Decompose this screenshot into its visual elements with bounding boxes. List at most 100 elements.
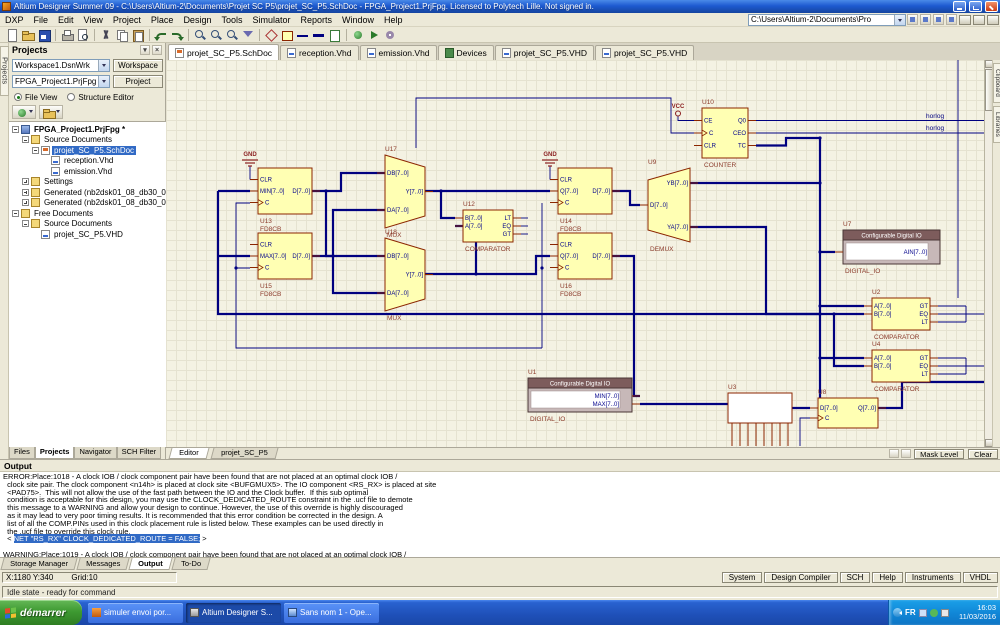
menu-simulator[interactable]: Simulator — [247, 14, 295, 26]
tree-item-generated-nb2dsk01-08-db30-06[interactable]: Generated (nb2dsk01_08_db30_06 — [9, 187, 166, 198]
favorites-icon[interactable] — [920, 14, 931, 25]
status-button-vhdl[interactable]: VHDL — [963, 572, 998, 583]
help-icon[interactable] — [946, 14, 957, 25]
net-label-horlog[interactable]: horlog — [926, 125, 944, 132]
component-U12[interactable]: B[7..0]A[7..0]LTEQGTU12COMPARATOR — [455, 201, 521, 253]
menu-place[interactable]: Place — [146, 14, 179, 26]
start-button[interactable]: démarrer — [0, 600, 82, 625]
paste-icon[interactable] — [131, 28, 145, 42]
panel-menu-icon[interactable]: ▾ — [140, 45, 150, 55]
zoom-out-icon[interactable] — [209, 28, 223, 42]
vcc-power-port[interactable]: VCC — [672, 104, 685, 116]
compile-icon[interactable] — [351, 28, 365, 42]
collapse-icon[interactable] — [22, 136, 29, 143]
component-U13[interactable]: CLRMIN[7..0]CD[7..0]U13FD8CB — [250, 168, 320, 233]
component-U2[interactable]: A[7..0]B[7..0]GTEQLTU2COMPARATOR — [864, 289, 938, 341]
doc-tab-projet-sc-p5-vhd[interactable]: projet_SC_P5.VHD — [595, 45, 694, 60]
print-icon[interactable] — [60, 28, 74, 42]
clock[interactable]: 16:03 11/03/2016 — [959, 604, 996, 621]
settings-icon[interactable] — [383, 28, 397, 42]
workspace-button[interactable]: Workspace — [113, 59, 163, 72]
project-combo[interactable]: FPGA_Project1.PrjFpg — [12, 75, 110, 88]
panel-tab-files[interactable]: Files — [9, 447, 35, 459]
tree-item-fpga-project1-prjfpg-[interactable]: FPGA_Project1.PrjFpg * — [9, 124, 166, 135]
open-dropdown-button[interactable] — [39, 105, 63, 119]
filter-icon[interactable] — [241, 28, 255, 42]
schematic-canvas[interactable]: CLRMIN[7..0]CD[7..0]U13FD8CBCLRMAX[7..0]… — [166, 60, 984, 447]
component-U15[interactable]: CLRMAX[7..0]CD[7..0]U15FD8CB — [250, 233, 320, 298]
panel-tab-clipboard[interactable]: Clipboard — [993, 63, 1000, 103]
menu-view[interactable]: View — [79, 14, 108, 26]
menu-design[interactable]: Design — [178, 14, 216, 26]
gnd-power-port[interactable]: GND — [542, 152, 558, 166]
taskbar-task-0[interactable]: simuler envoi por... — [88, 603, 183, 623]
menu-reports[interactable]: Reports — [295, 14, 337, 26]
doc-tab-devices[interactable]: Devices — [438, 45, 494, 60]
component-U3[interactable]: U3 — [728, 384, 792, 446]
chevron-down-icon[interactable] — [98, 76, 109, 87]
zoom-fit-icon[interactable] — [225, 28, 239, 42]
bottom-tab-messages[interactable]: Messages — [76, 558, 129, 570]
panel-tab-navigator[interactable]: Navigator — [74, 447, 116, 459]
component-U9[interactable]: D[7..0]YB[7..0]YA[7..0]U9DEMUX — [640, 159, 698, 253]
tree-item-settings[interactable]: Settings — [9, 177, 166, 188]
doc-tab-reception-vhd[interactable]: reception.Vhd — [280, 45, 358, 60]
panel-tab-sch-filter[interactable]: SCH Filter — [117, 447, 162, 459]
mdi-restore-button[interactable] — [973, 15, 985, 25]
status-button-help[interactable]: Help — [872, 572, 902, 583]
component-U4[interactable]: A[7..0]B[7..0]GTEQLTU4COMPARATOR — [864, 341, 938, 393]
tray-icon[interactable] — [919, 609, 927, 617]
menu-edit[interactable]: Edit — [53, 14, 79, 26]
address-combo[interactable]: C:\Users\Altium-2\Documents\Pro — [748, 14, 906, 26]
component-U17[interactable]: DB[7..0]DA[7..0]Y[7..0]U17MUX — [377, 146, 433, 239]
component-U18[interactable]: DB[7..0]DA[7..0]Y[7..0]U18MUX — [377, 229, 433, 322]
close-button[interactable] — [985, 1, 998, 12]
expand-icon[interactable] — [22, 189, 29, 196]
output-log[interactable]: ERROR:Place:1018 - A clock IOB / clock c… — [0, 473, 1000, 557]
collapse-icon[interactable] — [12, 210, 19, 217]
editor-tab[interactable]: Editor — [169, 448, 210, 459]
run-icon[interactable] — [367, 28, 381, 42]
menu-tools[interactable]: Tools — [216, 14, 247, 26]
collapse-icon[interactable] — [12, 126, 19, 133]
chevron-down-icon[interactable] — [98, 60, 109, 71]
status-button-design-compiler[interactable]: Design Compiler — [764, 572, 837, 583]
tree-item-reception-vhd[interactable]: reception.Vhd — [9, 156, 166, 167]
open-icon[interactable] — [21, 28, 35, 42]
menu-file[interactable]: File — [29, 14, 54, 26]
bottom-tab-to-do[interactable]: To-Do — [171, 558, 210, 570]
bottom-tab-storage-manager[interactable]: Storage Manager — [0, 558, 77, 570]
gnd-power-port[interactable]: GND — [242, 152, 258, 166]
structure-editor-radio[interactable]: Structure Editor — [67, 93, 134, 102]
save-icon[interactable] — [37, 28, 51, 42]
taskbar-task-1[interactable]: Altium Designer S... — [186, 603, 281, 623]
chevron-down-icon[interactable] — [894, 15, 905, 25]
doc-tab-projet-sc-p5-schdoc[interactable]: projet_SC_P5.SchDoc — [168, 44, 279, 60]
zoom-in-icon[interactable] — [193, 28, 207, 42]
minimize-button[interactable] — [953, 1, 966, 12]
net-label-horlog[interactable]: horlog — [926, 113, 944, 120]
place-wire-icon[interactable] — [296, 28, 310, 42]
copy-icon[interactable] — [115, 28, 129, 42]
component-U10[interactable]: CECCLRQ0CEOTCU10COUNTER — [694, 99, 756, 169]
component-U1[interactable]: Configurable Digital IOMIN[7..0]MAX[7..0… — [528, 369, 640, 423]
component-U8[interactable]: D[7..0]CQ[7..0]U8 — [810, 389, 886, 428]
tree-item-projet-sc-p5-schdoc[interactable]: projet_SC_P5.SchDoc — [9, 145, 166, 156]
hide-icons-chevron[interactable] — [893, 608, 902, 617]
tree-item-emission-vhd[interactable]: emission.Vhd — [9, 166, 166, 177]
expand-icon[interactable] — [22, 199, 29, 206]
undo-icon[interactable] — [154, 28, 168, 42]
panel-tab-projects[interactable]: Projects — [35, 447, 75, 459]
place-part-icon[interactable] — [280, 28, 294, 42]
panel-tab-projects-vertical[interactable]: Projects — [0, 46, 9, 96]
place-bus-icon[interactable] — [312, 28, 326, 42]
project-button[interactable]: Project — [113, 75, 163, 88]
new-sheet-icon[interactable] — [328, 28, 342, 42]
panel-tab-libraries[interactable]: Libraries — [993, 106, 1000, 143]
document-view-tab[interactable]: projet_SC_P5 — [210, 448, 278, 459]
tray-icon[interactable] — [941, 609, 949, 617]
home-icon[interactable] — [907, 14, 918, 25]
language-indicator[interactable]: FR — [905, 608, 916, 617]
expand-icon[interactable] — [22, 178, 29, 185]
menu-dxp[interactable]: DXP — [0, 14, 29, 26]
